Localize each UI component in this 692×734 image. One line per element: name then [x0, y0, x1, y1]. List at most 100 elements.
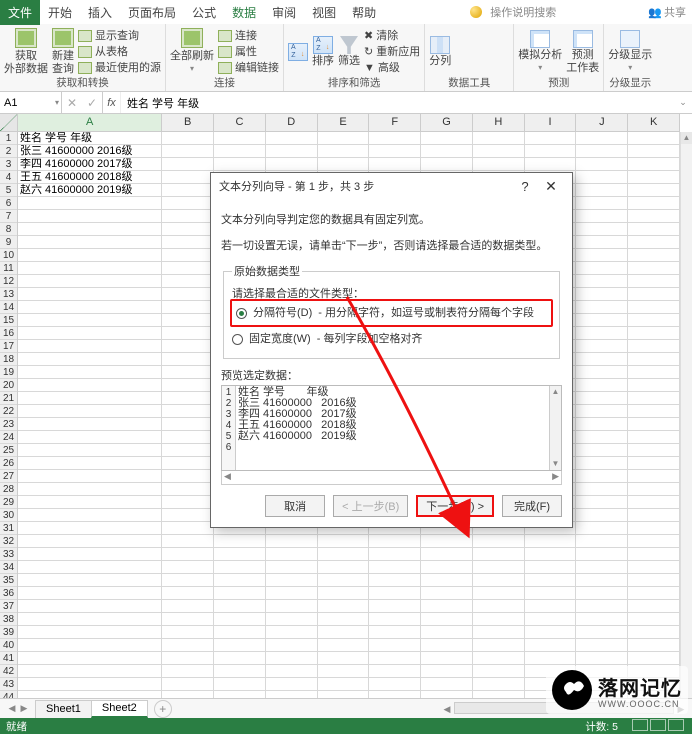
cell[interactable] — [473, 626, 525, 639]
cell[interactable] — [369, 561, 421, 574]
cell[interactable] — [473, 158, 525, 171]
cell[interactable] — [162, 457, 214, 470]
row-header[interactable]: 22 — [0, 405, 17, 418]
name-box[interactable]: A1 ▾ — [0, 92, 62, 113]
cell[interactable] — [576, 496, 628, 509]
cell[interactable] — [628, 366, 680, 379]
cell[interactable] — [369, 613, 421, 626]
row-header[interactable]: 6 — [0, 197, 17, 210]
chevron-down-icon[interactable]: ▾ — [55, 98, 59, 107]
cell[interactable] — [18, 470, 162, 483]
scroll-right-icon[interactable]: ▶ — [552, 471, 559, 484]
dialog-titlebar[interactable]: 文本分列向导 - 第 1 步，共 3 步 ? ✕ — [211, 173, 572, 199]
column-header[interactable]: E — [318, 114, 370, 131]
row-header[interactable]: 44 — [0, 691, 17, 698]
cell[interactable] — [18, 561, 162, 574]
cell[interactable] — [369, 600, 421, 613]
cell[interactable] — [18, 639, 162, 652]
cell[interactable] — [162, 392, 214, 405]
cell[interactable] — [628, 275, 680, 288]
cell[interactable] — [266, 132, 318, 145]
cell[interactable] — [525, 561, 577, 574]
cell[interactable] — [18, 288, 162, 301]
row-header[interactable]: 34 — [0, 561, 17, 574]
column-headers[interactable]: ABCDEFGHIJK — [18, 114, 680, 132]
cell[interactable] — [576, 548, 628, 561]
cell[interactable] — [628, 249, 680, 262]
cell[interactable] — [369, 626, 421, 639]
cell[interactable] — [162, 197, 214, 210]
row-headers[interactable]: 1234567891011121314151617181920212223242… — [0, 132, 18, 698]
row-header[interactable]: 12 — [0, 275, 17, 288]
cell[interactable] — [18, 678, 162, 691]
cell[interactable] — [162, 431, 214, 444]
cell[interactable] — [628, 613, 680, 626]
cell[interactable] — [162, 613, 214, 626]
row-header[interactable]: 21 — [0, 392, 17, 405]
row-header[interactable]: 5 — [0, 184, 17, 197]
vertical-scrollbar[interactable]: ▲ — [680, 132, 692, 698]
cell[interactable] — [576, 418, 628, 431]
cell[interactable] — [473, 665, 525, 678]
new-query-button[interactable]: 新建 查询 — [52, 28, 74, 75]
clear-filter-button[interactable]: ✖清除 — [364, 29, 420, 43]
cell[interactable]: 赵六 41600000 2019级 — [18, 184, 162, 197]
cell[interactable] — [576, 132, 628, 145]
cell[interactable] — [473, 678, 525, 691]
cell[interactable] — [162, 561, 214, 574]
tab-file[interactable]: 文件 — [0, 0, 40, 25]
cell[interactable] — [266, 145, 318, 158]
row-header[interactable]: 42 — [0, 665, 17, 678]
cell[interactable] — [576, 236, 628, 249]
tab-formulas[interactable]: 公式 — [184, 0, 224, 25]
cell[interactable] — [266, 587, 318, 600]
cell[interactable] — [162, 522, 214, 535]
cell[interactable] — [628, 262, 680, 275]
cell[interactable] — [214, 665, 266, 678]
cell[interactable] — [162, 223, 214, 236]
cell[interactable] — [318, 574, 370, 587]
remove-dup-icon[interactable] — [474, 34, 490, 50]
cell[interactable] — [628, 548, 680, 561]
cell[interactable] — [369, 535, 421, 548]
cell[interactable] — [576, 171, 628, 184]
cell[interactable] — [162, 496, 214, 509]
cell[interactable] — [162, 652, 214, 665]
cell[interactable] — [162, 249, 214, 262]
get-external-data-button[interactable]: 获取 外部数据 — [4, 28, 48, 75]
cell[interactable] — [576, 405, 628, 418]
text-to-columns-button[interactable]: 分列 — [429, 36, 451, 67]
cell[interactable] — [525, 626, 577, 639]
cell[interactable] — [421, 652, 473, 665]
cell[interactable] — [421, 600, 473, 613]
row-header[interactable]: 13 — [0, 288, 17, 301]
column-header[interactable]: F — [369, 114, 421, 131]
properties-button[interactable]: 属性 — [218, 45, 279, 59]
row-header[interactable]: 38 — [0, 613, 17, 626]
cell[interactable] — [628, 535, 680, 548]
cell[interactable] — [473, 613, 525, 626]
cell[interactable] — [162, 379, 214, 392]
cell[interactable] — [18, 405, 162, 418]
cell[interactable] — [162, 444, 214, 457]
cell[interactable] — [214, 639, 266, 652]
cell[interactable] — [576, 600, 628, 613]
row-header[interactable]: 3 — [0, 158, 17, 171]
cell[interactable] — [18, 197, 162, 210]
cell[interactable] — [266, 665, 318, 678]
cell[interactable] — [628, 184, 680, 197]
row-header[interactable]: 29 — [0, 496, 17, 509]
cell[interactable] — [628, 171, 680, 184]
cell[interactable] — [628, 197, 680, 210]
tab-home[interactable]: 开始 — [40, 0, 80, 25]
add-sheet-button[interactable]: + — [154, 700, 172, 718]
dialog-close-button[interactable]: ✕ — [538, 178, 564, 195]
cell[interactable] — [576, 145, 628, 158]
cell[interactable] — [628, 158, 680, 171]
cell[interactable] — [162, 574, 214, 587]
cell[interactable] — [628, 392, 680, 405]
cell[interactable] — [628, 561, 680, 574]
cell[interactable] — [628, 223, 680, 236]
cell[interactable] — [525, 145, 577, 158]
sheet-tab-sheet1[interactable]: Sheet1 — [35, 700, 92, 718]
